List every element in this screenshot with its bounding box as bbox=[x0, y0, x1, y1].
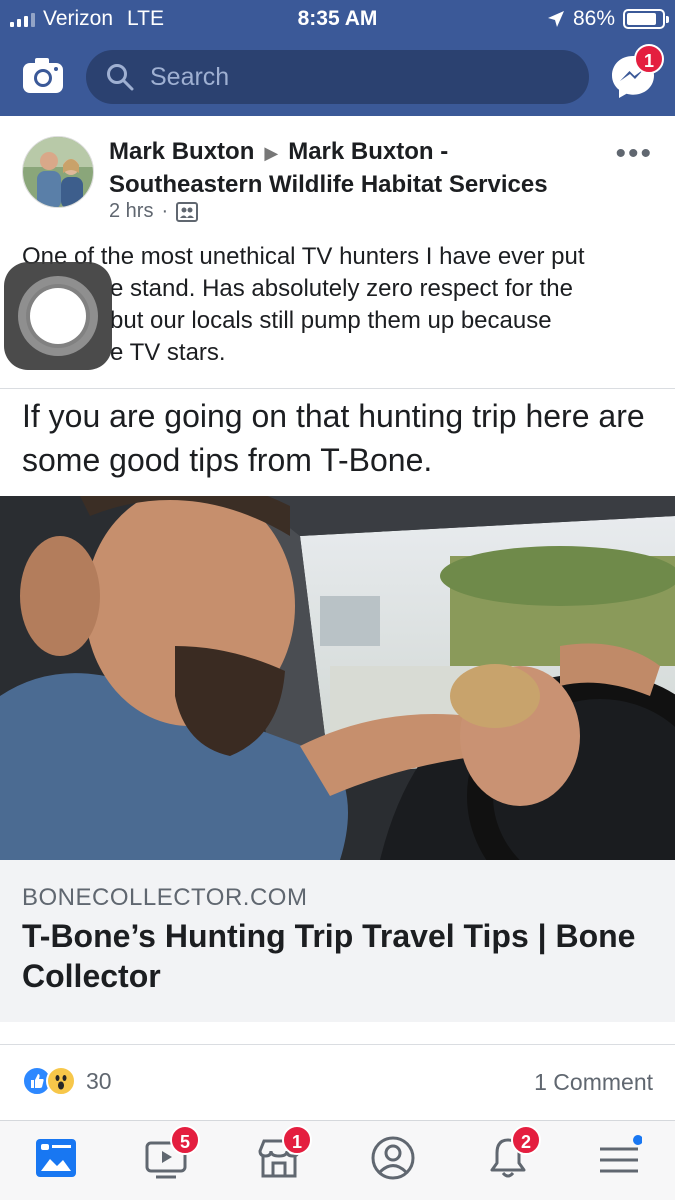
search-bar[interactable] bbox=[86, 50, 589, 104]
watch-badge: 5 bbox=[170, 1125, 200, 1155]
camera-icon[interactable] bbox=[22, 56, 64, 94]
post-text-line: e TV stars. bbox=[110, 339, 226, 366]
notifications-badge: 2 bbox=[511, 1125, 541, 1155]
divider bbox=[0, 1044, 675, 1045]
bottom-nav: 5 1 2 bbox=[0, 1120, 675, 1200]
tab-profile[interactable] bbox=[370, 1135, 420, 1185]
post-time[interactable]: 2 hrs bbox=[109, 200, 153, 223]
tab-marketplace[interactable]: 1 bbox=[256, 1125, 312, 1185]
marketplace-badge: 1 bbox=[282, 1125, 312, 1155]
author-name[interactable]: Mark Buxton bbox=[109, 138, 254, 165]
profile-icon bbox=[371, 1136, 415, 1180]
tab-news-feed[interactable] bbox=[33, 1135, 83, 1185]
post-text-line: One of the most unethical TV hunters I h… bbox=[22, 243, 585, 270]
wow-reaction-icon bbox=[46, 1066, 76, 1096]
shared-caption: If you are going on that hunting trip he… bbox=[22, 398, 645, 478]
shared-to-arrow-icon: ▶ bbox=[264, 143, 279, 163]
messenger-badge: 1 bbox=[634, 44, 664, 74]
post-meta: 2 hrs · bbox=[109, 200, 199, 223]
assistive-touch-button[interactable] bbox=[4, 262, 112, 370]
tab-menu[interactable] bbox=[596, 1135, 646, 1185]
link-preview-image[interactable] bbox=[0, 496, 675, 860]
more-options-icon[interactable]: ••• bbox=[615, 139, 653, 169]
news-feed-icon bbox=[36, 1139, 76, 1177]
search-input[interactable] bbox=[150, 62, 550, 92]
divider bbox=[0, 388, 675, 389]
audience-friends-icon bbox=[176, 201, 199, 222]
top-bar: Verizon LTE 8:35 AM 86% 1 bbox=[0, 0, 675, 116]
search-icon bbox=[107, 64, 134, 91]
post-text-line: e stand. Has absolutely zero respect for… bbox=[110, 275, 573, 302]
man-eating-in-truck-photo bbox=[0, 496, 675, 860]
location-arrow-icon bbox=[547, 11, 564, 27]
comment-count[interactable]: 1 Comment bbox=[534, 1069, 653, 1096]
link-title[interactable]: T-Bone’s Hunting Trip Travel Tips | Bone… bbox=[22, 916, 672, 996]
messenger-button[interactable]: 1 bbox=[608, 44, 664, 102]
battery-percent: 86% bbox=[572, 7, 615, 30]
link-preview[interactable]: BONECOLLECTOR.COM T-Bone’s Hunting Trip … bbox=[0, 860, 675, 1022]
tab-notifications[interactable]: 2 bbox=[485, 1125, 541, 1185]
reaction-count: 30 bbox=[86, 1067, 112, 1094]
post-text-line: but our locals still pump them up becaus… bbox=[110, 307, 552, 334]
link-domain: BONECOLLECTOR.COM bbox=[22, 884, 308, 911]
reactions-summary[interactable]: 30 bbox=[22, 1066, 112, 1096]
tab-watch[interactable]: 5 bbox=[144, 1125, 200, 1185]
post-text: One of the most unethical TV hunters I h… bbox=[22, 241, 652, 369]
battery-icon bbox=[623, 9, 669, 29]
menu-hamburger-icon bbox=[600, 1135, 643, 1173]
avatar-photo bbox=[23, 137, 93, 207]
post-author[interactable]: Mark Buxton ▶ Mark Buxton - Southeastern W… bbox=[109, 136, 589, 200]
status-bar: Verizon LTE 8:35 AM 86% bbox=[0, 0, 675, 38]
avatar[interactable] bbox=[22, 136, 94, 208]
